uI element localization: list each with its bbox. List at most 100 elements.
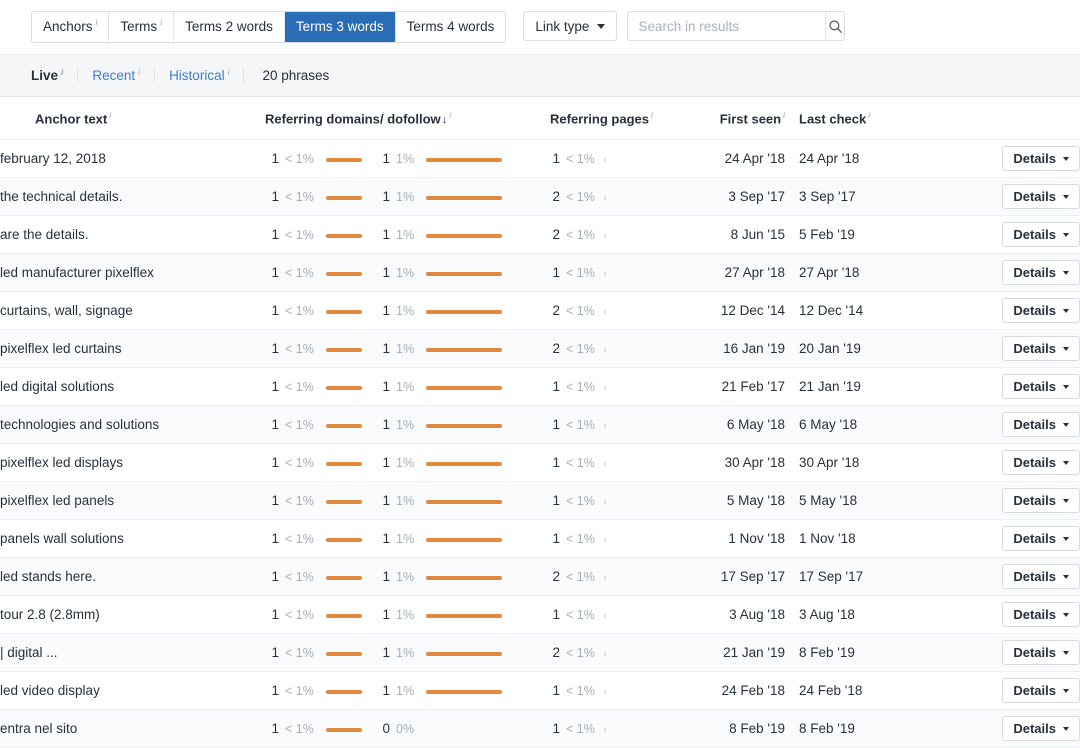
cell-anchor-text[interactable]: led digital solutions — [0, 368, 265, 406]
cell-dofollow: 11% — [380, 596, 550, 634]
details-button[interactable]: Details — [1002, 260, 1080, 285]
table-row[interactable]: technologies and solutions1< 1%11%1< 1%6… — [0, 406, 1080, 444]
tab-terms-4-words[interactable]: Terms 4 words — [396, 12, 506, 42]
cell-last-check: 20 Jan '19 — [785, 330, 880, 368]
col-first-seen[interactable]: First seeni — [685, 97, 785, 140]
table-row[interactable]: entra nel sito1< 1%00%1< 1%8 Feb '198 Fe… — [0, 710, 1080, 748]
cell-anchor-text[interactable]: pixelflex led curtains — [0, 330, 265, 368]
details-button[interactable]: Details — [1002, 488, 1080, 513]
dofollow-count: 1 — [380, 379, 390, 394]
referring-domains-pct: < 1% — [279, 684, 314, 698]
cell-anchor-text[interactable]: are the details. — [0, 216, 265, 254]
info-icon[interactable]: i — [449, 110, 451, 120]
table-row[interactable]: led video display1< 1%11%1< 1%24 Feb '18… — [0, 672, 1080, 710]
col-anchor-text[interactable]: Anchor texti — [0, 97, 265, 140]
cell-anchor-text[interactable]: the technical details. — [0, 178, 265, 216]
cell-referring-pages: 1< 1% — [550, 254, 685, 292]
table-row[interactable]: panels wall solutions1< 1%11%1< 1%1 Nov … — [0, 520, 1080, 558]
cell-anchor-text[interactable]: curtains, wall, signage — [0, 292, 265, 330]
referring-domains-pct: < 1% — [279, 228, 314, 242]
info-icon[interactable]: i — [651, 110, 653, 120]
tab-anchors[interactable]: Anchorsi — [32, 12, 109, 42]
chevron-down-icon — [1063, 651, 1069, 655]
details-button[interactable]: Details — [1002, 602, 1080, 627]
details-button[interactable]: Details — [1002, 146, 1080, 171]
table-row[interactable]: pixelflex led displays1< 1%11%1< 1%30 Ap… — [0, 444, 1080, 482]
info-icon[interactable]: i — [228, 68, 230, 78]
anchor-text: february 12, 2018 — [0, 151, 106, 166]
col-last-check[interactable]: Last checki — [785, 97, 880, 140]
table-row[interactable]: pixelflex led curtains1< 1%11%2< 1%16 Ja… — [0, 330, 1080, 368]
search-button[interactable] — [825, 12, 844, 40]
table-row[interactable]: | digital ...1< 1%11%2< 1%21 Jan '198 Fe… — [0, 634, 1080, 672]
info-icon[interactable]: i — [61, 68, 63, 78]
table-row[interactable]: february 12, 20181< 1%11%1< 1%24 Apr '18… — [0, 140, 1080, 178]
details-button[interactable]: Details — [1002, 184, 1080, 209]
cell-anchor-text[interactable]: led video display — [0, 672, 265, 710]
table-row[interactable]: led manufacturer pixelflex1< 1%11%1< 1%2… — [0, 254, 1080, 292]
details-button[interactable]: Details — [1002, 450, 1080, 475]
info-icon[interactable]: i — [783, 110, 785, 120]
referring-domains-pct: < 1% — [279, 380, 314, 394]
details-button[interactable]: Details — [1002, 564, 1080, 589]
col-referring-pages[interactable]: Referring pagesi — [550, 97, 685, 140]
table-row[interactable]: led stands here.1< 1%11%2< 1%17 Sep '171… — [0, 558, 1080, 596]
last-check-date: 20 Jan '19 — [799, 341, 861, 356]
tab-terms[interactable]: Termsi — [109, 12, 174, 42]
tab-terms-2-words[interactable]: Terms 2 words — [174, 12, 285, 42]
info-icon[interactable]: i — [138, 68, 140, 78]
cell-anchor-text[interactable]: led stands here. — [0, 558, 265, 596]
dofollow-count: 1 — [380, 455, 390, 470]
details-button[interactable]: Details — [1002, 298, 1080, 323]
tab-terms-3-words[interactable]: Terms 3 words — [285, 12, 396, 42]
referring-domains-bar — [326, 576, 362, 580]
cell-anchor-text[interactable]: pixelflex led displays — [0, 444, 265, 482]
table-row[interactable]: the technical details.1< 1%11%2< 1%3 Sep… — [0, 178, 1080, 216]
table-row[interactable]: are the details.1< 1%11%2< 1%8 Jun '155 … — [0, 216, 1080, 254]
cell-anchor-text[interactable]: entra nel sito — [0, 710, 265, 748]
col-dofollow[interactable]: / dofollow↓i — [380, 97, 550, 140]
cell-referring-domains: 1< 1% — [265, 216, 380, 254]
table-row[interactable]: tour 2.8 (2.8mm)1< 1%11%1< 1%3 Aug '183 … — [0, 596, 1080, 634]
details-button[interactable]: Details — [1002, 336, 1080, 361]
details-button[interactable]: Details — [1002, 640, 1080, 665]
referring-domains-bar — [326, 462, 362, 466]
col-referring-domains[interactable]: Referring domainsi — [265, 97, 380, 140]
cell-anchor-text[interactable]: | digital ... — [0, 634, 265, 672]
details-button[interactable]: Details — [1002, 678, 1080, 703]
cell-last-check: 30 Apr '18 — [785, 444, 880, 482]
cell-anchor-text[interactable]: panels wall solutions — [0, 520, 265, 558]
info-icon[interactable]: i — [868, 110, 870, 120]
table-row[interactable]: led digital solutions1< 1%11%1< 1%21 Feb… — [0, 368, 1080, 406]
cell-referring-pages: 1< 1% — [550, 710, 685, 748]
cell-anchor-text[interactable]: tour 2.8 (2.8mm) — [0, 596, 265, 634]
search-input[interactable] — [628, 12, 825, 40]
cell-actions: Details — [880, 368, 1080, 406]
cell-anchor-text[interactable]: pixelflex led panels — [0, 482, 265, 520]
scope-tab-recent[interactable]: Recenti — [92, 68, 155, 84]
table-row[interactable]: curtains, wall, signage1< 1%11%2< 1%12 D… — [0, 292, 1080, 330]
dofollow-bar — [426, 234, 502, 238]
dofollow-pct: 1% — [390, 494, 414, 508]
info-icon[interactable]: i — [109, 110, 111, 120]
details-button[interactable]: Details — [1002, 374, 1080, 399]
cell-anchor-text[interactable]: led manufacturer pixelflex — [0, 254, 265, 292]
referring-domains-pct: < 1% — [279, 152, 314, 166]
referring-domains-pct: < 1% — [279, 304, 314, 318]
details-button[interactable]: Details — [1002, 412, 1080, 437]
referring-domains-pct: < 1% — [279, 494, 314, 508]
referring-domains-pct: < 1% — [279, 570, 314, 584]
cell-anchor-text[interactable]: technologies and solutions — [0, 406, 265, 444]
scope-tab-historical[interactable]: Historicali — [169, 68, 244, 84]
info-icon[interactable]: i — [160, 18, 162, 27]
details-button-label: Details — [1013, 456, 1056, 469]
details-button[interactable]: Details — [1002, 716, 1080, 741]
table-row[interactable]: pixelflex led panels1< 1%11%1< 1%5 May '… — [0, 482, 1080, 520]
details-button[interactable]: Details — [1002, 222, 1080, 247]
referring-domains-bar — [326, 614, 362, 618]
details-button[interactable]: Details — [1002, 526, 1080, 551]
first-seen-date: 24 Feb '18 — [722, 683, 785, 698]
link-type-dropdown[interactable]: Link type — [523, 11, 617, 41]
cell-anchor-text[interactable]: february 12, 2018 — [0, 140, 265, 178]
info-icon[interactable]: i — [96, 18, 98, 27]
